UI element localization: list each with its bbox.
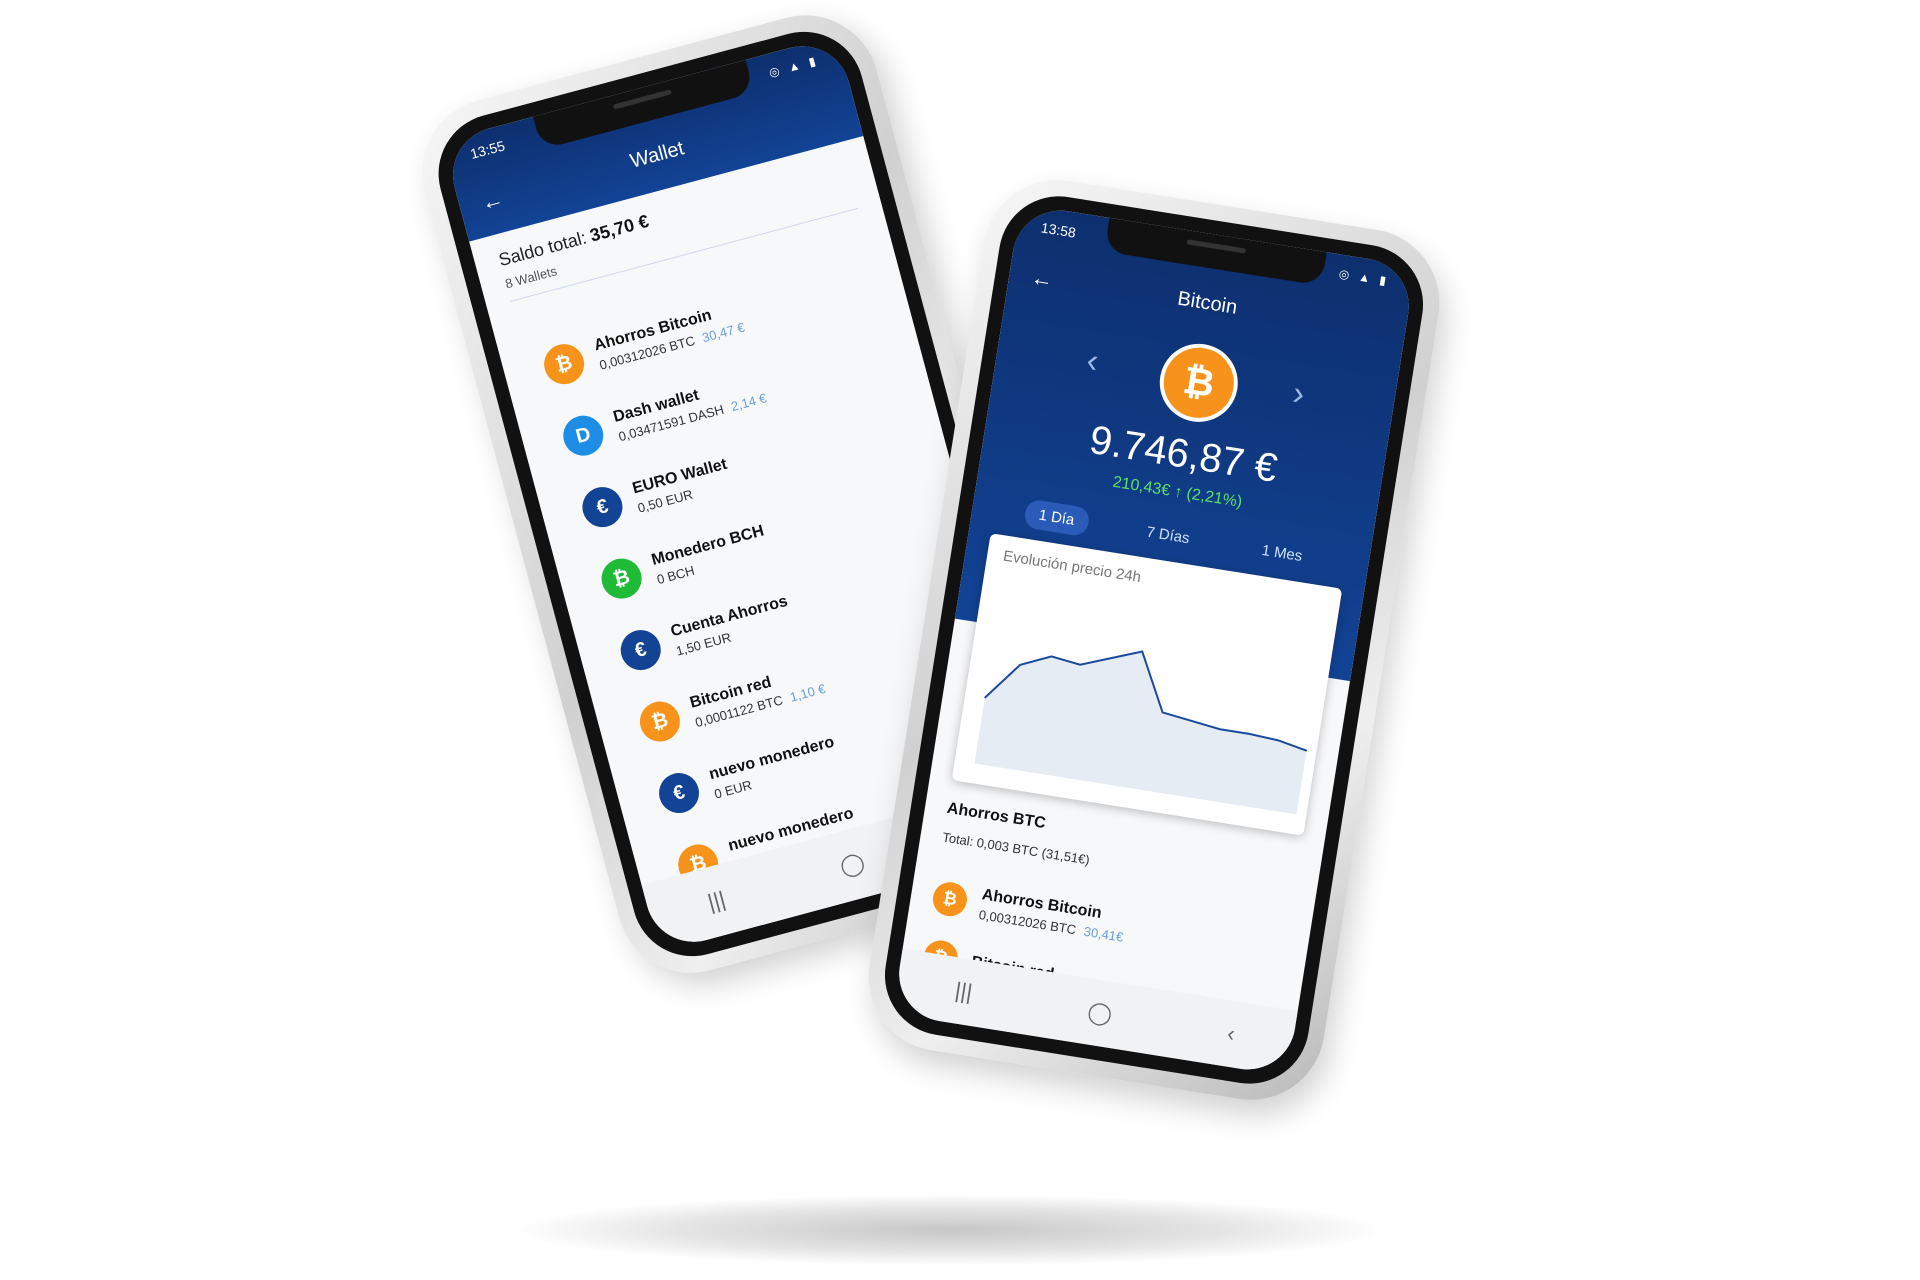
bitcoin-icon: ₿	[635, 697, 685, 747]
phone-bitcoin: 13:58 ◎ ▲ ▮ ← Bitcoin ‹ ₿ › 9.746,87 € 2…	[858, 169, 1450, 1111]
chart-area	[974, 651, 1307, 815]
home-icon[interactable]: ◯	[837, 849, 868, 880]
bitcoin-icon: ₿	[539, 339, 589, 389]
chevron-right-icon[interactable]: ›	[1290, 374, 1307, 414]
euro-icon: €	[654, 768, 704, 818]
euro-icon: €	[616, 625, 666, 675]
status-icons: ◎ ▲ ▮	[1337, 266, 1391, 289]
floor-shadow	[520, 1195, 1380, 1265]
status-time: 13:58	[1039, 219, 1078, 241]
tab-1-mes[interactable]: 1 Mes	[1246, 534, 1319, 573]
status-icons: ◎ ▲ ▮	[767, 53, 820, 80]
home-icon[interactable]: ◯	[1086, 998, 1114, 1028]
bitcoin-cash-icon: ₿	[597, 554, 647, 604]
status-time: 13:55	[468, 137, 507, 162]
bitcoin-icon: ₿	[1154, 338, 1244, 428]
bitcoin-screen: 13:58 ◎ ▲ ▮ ← Bitcoin ‹ ₿ › 9.746,87 € 2…	[892, 203, 1416, 1077]
wallet-fiat: 30,41€	[1082, 923, 1125, 945]
bitcoin-icon: ₿	[930, 879, 970, 919]
euro-icon: €	[577, 482, 627, 532]
recent-apps-icon[interactable]: |||	[953, 977, 974, 1005]
recent-apps-icon[interactable]: |||	[705, 886, 728, 916]
phone-bezel: 13:58 ◎ ▲ ▮ ← Bitcoin ‹ ₿ › 9.746,87 € 2…	[876, 187, 1432, 1093]
price-chart	[974, 650, 1308, 815]
tab-7-dias[interactable]: 7 Días	[1131, 516, 1206, 556]
dash-icon: D	[558, 411, 608, 461]
tab-1-dia[interactable]: 1 Día	[1022, 498, 1091, 538]
chevron-left-icon[interactable]: ‹	[1084, 341, 1101, 381]
back-icon[interactable]: ‹	[1225, 1021, 1237, 1048]
